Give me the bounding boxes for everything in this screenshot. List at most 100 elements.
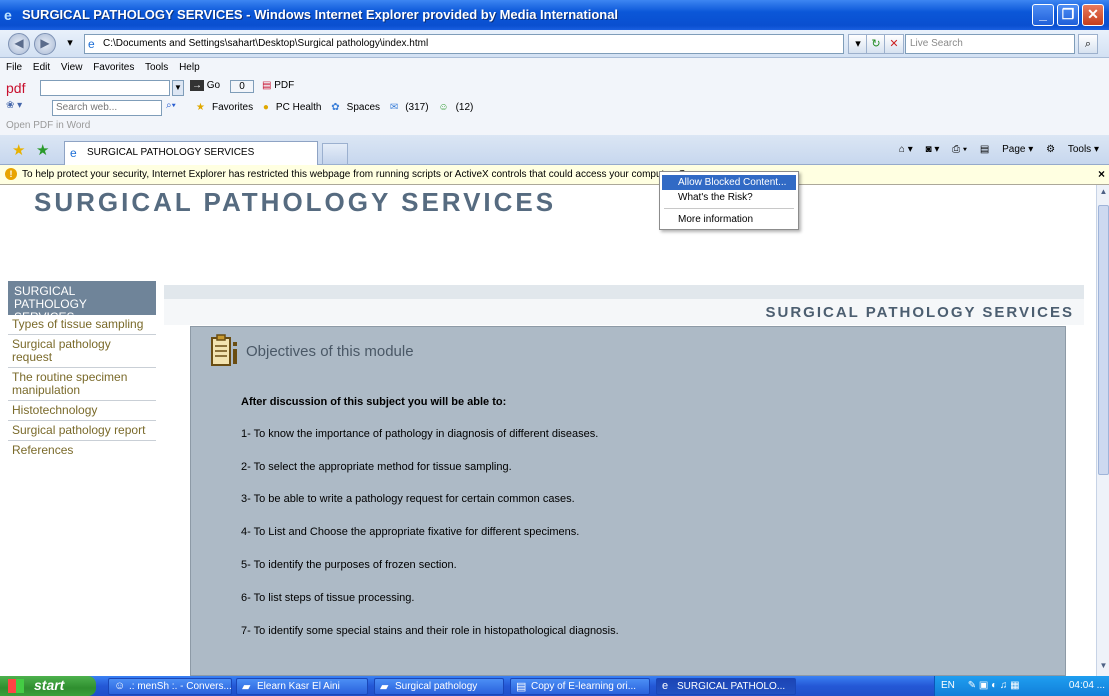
menu-help[interactable]: Help <box>179 62 200 73</box>
folder-icon: ▰ <box>242 681 251 693</box>
toolbar-area: File Edit View Favorites Tools Help pdf … <box>0 58 1109 135</box>
taskbar-item-surgical-folder[interactable]: ▰ Surgical pathology <box>374 678 504 695</box>
tray-icons[interactable]: ✎ ▣ ◐ ♫ ▦ <box>968 680 1020 691</box>
refresh-icon[interactable]: ↻ <box>866 34 886 54</box>
toolbar-mail[interactable]: (317) <box>405 102 428 113</box>
system-tray: EN ✎ ▣ ◐ ♫ ▦ 04:04 ... <box>934 676 1109 696</box>
menu-tools[interactable]: Tools <box>145 62 168 73</box>
ie-logo-icon: e <box>4 7 12 23</box>
more-information-item[interactable]: More information <box>662 212 796 227</box>
mail-icon: ✉ <box>389 102 399 113</box>
sidebar-item-references[interactable]: References <box>8 441 156 460</box>
toolbar-items: ★ Favorites ● PC Health ✿ Spaces ✉ (317) ☺ (1… <box>196 102 480 113</box>
web-search-input[interactable]: Search web... <box>52 100 162 116</box>
favorites-star-icon[interactable]: ★ <box>12 141 25 159</box>
menu-file[interactable]: File <box>6 62 22 73</box>
page-menu[interactable]: ▤ Page ▾ <box>980 144 1033 155</box>
maximize-button[interactable]: ❐ <box>1057 4 1079 26</box>
pdf-logo: pdf <box>6 80 26 96</box>
pdf-input[interactable] <box>40 80 170 96</box>
sidebar-item-home[interactable]: SURGICAL PATHOLOGY SERVICES <box>8 281 156 324</box>
sidebar-item-routine-specimen-manipulation[interactable]: The routine specimen manipulation <box>8 368 156 401</box>
menu-edit[interactable]: Edit <box>33 62 50 73</box>
search-toolbar: ❀ ▾ Search web... ⌕▾ ★ Favorites ● PC Heal… <box>6 100 1006 118</box>
sidebar-item-surgical-pathology-report[interactable]: Surgical pathology report <box>8 421 156 441</box>
home-icon[interactable]: ⌂ ▾ <box>899 144 913 155</box>
menu-view[interactable]: View <box>61 62 83 73</box>
feeds-icon[interactable]: ◙ ▾ <box>926 144 940 155</box>
history-dropdown-icon[interactable]: ▾ <box>60 34 80 54</box>
pdf-dropdown-icon[interactable]: ▼ <box>172 80 184 96</box>
page-content: SURGICAL PATHOLOGY SERVICES SURGICAL PAT… <box>0 185 1096 676</box>
live-search-input[interactable]: Live Search <box>905 34 1075 54</box>
security-infobar[interactable]: ! To help protect your security, Interne… <box>0 165 1109 185</box>
ie-icon: e <box>662 680 669 692</box>
section-title: SURGICAL PATHOLOGY SERVICES <box>765 304 1074 321</box>
windows-flag-icon <box>8 679 24 693</box>
language-indicator[interactable]: EN <box>941 680 955 691</box>
tab-label: SURGICAL PATHOLOGY SERVICES <box>87 147 255 158</box>
objective-item: 5- To identify the purposes of frozen se… <box>241 559 457 571</box>
open-pdf-in-word[interactable]: Open PDF in Word <box>6 120 90 131</box>
window-titlebar: e SURGICAL PATHOLOGY SERVICES - Windows … <box>0 0 1109 30</box>
toolbar-pc-health[interactable]: PC Health <box>276 102 322 113</box>
msn-icon[interactable]: ❀ ▾ <box>6 100 22 111</box>
objectives-panel: Objectives of this module After discussi… <box>190 326 1066 676</box>
allow-blocked-content-item[interactable]: Allow Blocked Content... <box>662 175 796 190</box>
toolbar-spaces[interactable]: Spaces <box>347 102 380 113</box>
start-button[interactable]: start <box>0 676 96 696</box>
contacts-icon: ☺ <box>438 102 449 113</box>
site-title: SURGICAL PATHOLOGY SERVICES <box>34 187 557 217</box>
taskbar-item-elearn[interactable]: ▰ Elearn Kasr El Aini <box>236 678 368 695</box>
module-lead: After discussion of this subject you wil… <box>241 396 507 408</box>
search-icon[interactable]: ⌕ <box>1078 34 1098 54</box>
objective-item: 3- To be able to write a pathology reque… <box>241 493 575 505</box>
address-input[interactable]: e C:\Documents and Settings\sahart\Deskt… <box>84 34 844 54</box>
taskbar-item-messenger[interactable]: ☺.: menSh :. - Convers... <box>108 678 232 695</box>
pdf-go-button[interactable]: → Go <box>190 80 226 91</box>
new-tab-button[interactable] <box>322 143 348 165</box>
star-icon: ★ <box>196 102 205 113</box>
page-icon: e <box>88 37 95 51</box>
menu-favorites[interactable]: Favorites <box>93 62 134 73</box>
whats-the-risk-item[interactable]: What's the Risk? <box>662 190 796 205</box>
pdf-button[interactable]: ▤ PDF <box>262 80 302 91</box>
menu-separator <box>664 208 794 209</box>
toolbar-contacts[interactable]: (12) <box>456 102 474 113</box>
pc-health-icon: ● <box>262 102 269 113</box>
address-dropdown-icon[interactable]: ▾ <box>848 34 868 54</box>
tab-bar: ★ ★ e SURGICAL PATHOLOGY SERVICES ⌂ ▾ ◙ … <box>0 135 1109 165</box>
objective-item: 1- To know the importance of pathology i… <box>241 428 599 440</box>
pdf-count[interactable]: 0 <box>230 80 254 93</box>
tab-page-icon: e <box>70 146 77 160</box>
stop-icon[interactable]: ✕ <box>884 34 904 54</box>
objective-item: 6- To list steps of tissue processing. <box>241 592 415 604</box>
close-button[interactable]: ✕ <box>1082 4 1104 26</box>
print-icon[interactable]: ⎙ ▾ <box>952 144 967 155</box>
minimize-button[interactable]: _ <box>1032 4 1054 26</box>
forward-button[interactable]: ▶ <box>34 33 56 55</box>
scroll-down-icon[interactable]: ▼ <box>1098 661 1109 673</box>
taskbar-item-ie[interactable]: e SURGICAL PATHOLO... <box>656 678 796 695</box>
scroll-thumb[interactable] <box>1098 205 1109 475</box>
taskbar-item-copy-elearning[interactable]: ▤ Copy of E-learning ori... <box>510 678 650 695</box>
toolbar-favorites[interactable]: Favorites <box>212 102 253 113</box>
tab-surgical-pathology[interactable]: e SURGICAL PATHOLOGY SERVICES <box>64 141 318 165</box>
add-favorites-icon[interactable]: ★ <box>36 141 49 159</box>
infobar-close-icon[interactable]: × <box>1098 167 1105 181</box>
messenger-icon: ☺ <box>114 680 126 692</box>
warning-shield-icon: ! <box>5 168 17 180</box>
sidebar-item-surgical-pathology-request[interactable]: Surgical pathology request <box>8 335 156 368</box>
vertical-scrollbar[interactable]: ▲ ▼ <box>1096 185 1109 676</box>
address-url: C:\Documents and Settings\sahart\Desktop… <box>103 38 429 49</box>
document-icon: ▤ <box>516 681 527 693</box>
sidebar-item-types-of-tissue-sampling[interactable]: Types of tissue sampling <box>8 315 156 335</box>
back-button[interactable]: ◀ <box>8 33 30 55</box>
web-search-icon[interactable]: ⌕▾ <box>166 100 176 111</box>
tools-menu[interactable]: ⚙ Tools ▾ <box>1046 144 1099 155</box>
clipboard-icon <box>211 334 237 366</box>
sidebar-item-histotechnology[interactable]: Histotechnology <box>8 401 156 421</box>
scroll-up-icon[interactable]: ▲ <box>1098 187 1109 199</box>
objective-item: 7- To identify some special stains and t… <box>241 625 619 637</box>
address-bar: ◀ ▶ ▾ e C:\Documents and Settings\sahart… <box>0 30 1109 58</box>
